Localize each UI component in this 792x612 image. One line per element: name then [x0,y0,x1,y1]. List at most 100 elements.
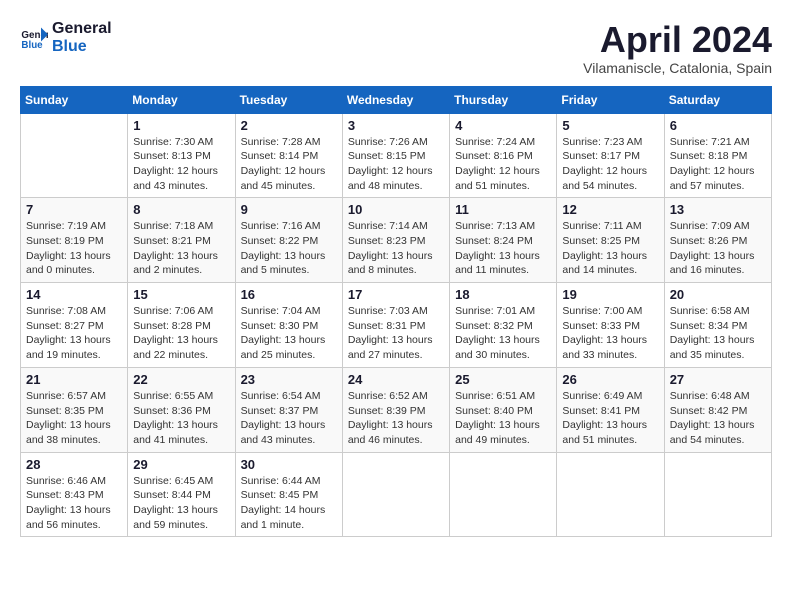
day-number: 24 [348,372,444,387]
day-info: Sunrise: 7:19 AM Sunset: 8:19 PM Dayligh… [26,219,122,278]
day-number: 16 [241,287,337,302]
logo-text-general: General [52,20,112,38]
day-info: Sunrise: 7:23 AM Sunset: 8:17 PM Dayligh… [562,135,658,194]
title-block: April 2024 Vilamaniscle, Catalonia, Spai… [583,20,772,76]
day-number: 28 [26,457,122,472]
calendar-cell: 11 Sunrise: 7:13 AM Sunset: 8:24 PM Dayli… [450,198,557,283]
day-number: 29 [133,457,229,472]
day-number: 3 [348,118,444,133]
calendar-cell: 25 Sunrise: 6:51 AM Sunset: 8:40 PM Dayli… [450,367,557,452]
calendar-table: SundayMondayTuesdayWednesdayThursdayFrid… [20,86,772,538]
calendar-cell: 2Sunrise: 7:28 AM Sunset: 8:14 PM Daylig… [235,113,342,198]
day-info: Sunrise: 7:09 AM Sunset: 8:26 PM Dayligh… [670,219,766,278]
day-info: Sunrise: 7:18 AM Sunset: 8:21 PM Dayligh… [133,219,229,278]
calendar-cell: 27 Sunrise: 6:48 AM Sunset: 8:42 PM Dayli… [664,367,771,452]
day-number: 17 [348,287,444,302]
calendar-cell: 20Sunrise: 6:58 AM Sunset: 8:34 PM Dayli… [664,283,771,368]
day-info: Sunrise: 7:03 AM Sunset: 8:31 PM Dayligh… [348,304,444,363]
day-info: Sunrise: 7:01 AM Sunset: 8:32 PM Dayligh… [455,304,551,363]
page-header: General Blue General Blue April 2024 Vil… [20,20,772,76]
day-info: Sunrise: 7:30 AM Sunset: 8:13 PM Dayligh… [133,135,229,194]
calendar-cell: 7Sunrise: 7:19 AM Sunset: 8:19 PM Daylig… [21,198,128,283]
day-number: 25 [455,372,551,387]
day-number: 27 [670,372,766,387]
day-number: 2 [241,118,337,133]
week-row-2: 7Sunrise: 7:19 AM Sunset: 8:19 PM Daylig… [21,198,772,283]
week-row-4: 21 Sunrise: 6:57 AM Sunset: 8:35 PM Dayli… [21,367,772,452]
week-row-3: 14 Sunrise: 7:08 AM Sunset: 8:27 PM Dayli… [21,283,772,368]
calendar-cell [557,452,664,537]
day-number: 12 [562,202,658,217]
header-sunday: Sunday [21,86,128,113]
day-info: Sunrise: 6:57 AM Sunset: 8:35 PM Dayligh… [26,389,122,448]
day-number: 13 [670,202,766,217]
day-number: 9 [241,202,337,217]
calendar-cell: 3 Sunrise: 7:26 AM Sunset: 8:15 PM Daylig… [342,113,449,198]
calendar-cell: 26Sunrise: 6:49 AM Sunset: 8:41 PM Dayli… [557,367,664,452]
day-info: Sunrise: 7:11 AM Sunset: 8:25 PM Dayligh… [562,219,658,278]
calendar-cell: 8Sunrise: 7:18 AM Sunset: 8:21 PM Daylig… [128,198,235,283]
day-info: Sunrise: 7:00 AM Sunset: 8:33 PM Dayligh… [562,304,658,363]
calendar-cell [450,452,557,537]
day-number: 10 [348,202,444,217]
calendar-cell: 24 Sunrise: 6:52 AM Sunset: 8:39 PM Dayli… [342,367,449,452]
day-number: 11 [455,202,551,217]
day-number: 1 [133,118,229,133]
day-info: Sunrise: 6:52 AM Sunset: 8:39 PM Dayligh… [348,389,444,448]
header-saturday: Saturday [664,86,771,113]
header-friday: Friday [557,86,664,113]
day-info: Sunrise: 7:14 AM Sunset: 8:23 PM Dayligh… [348,219,444,278]
day-info: Sunrise: 7:26 AM Sunset: 8:15 PM Dayligh… [348,135,444,194]
svg-text:Blue: Blue [21,39,43,50]
day-info: Sunrise: 7:13 AM Sunset: 8:24 PM Dayligh… [455,219,551,278]
header-thursday: Thursday [450,86,557,113]
calendar-cell: 22 Sunrise: 6:55 AM Sunset: 8:36 PM Dayli… [128,367,235,452]
calendar-cell [21,113,128,198]
logo-text-blue: Blue [52,38,112,56]
calendar-cell: 15 Sunrise: 7:06 AM Sunset: 8:28 PM Dayli… [128,283,235,368]
day-info: Sunrise: 6:49 AM Sunset: 8:41 PM Dayligh… [562,389,658,448]
day-number: 21 [26,372,122,387]
header-monday: Monday [128,86,235,113]
day-number: 6 [670,118,766,133]
day-info: Sunrise: 7:16 AM Sunset: 8:22 PM Dayligh… [241,219,337,278]
day-number: 15 [133,287,229,302]
calendar-cell: 10 Sunrise: 7:14 AM Sunset: 8:23 PM Dayli… [342,198,449,283]
calendar-cell: 14 Sunrise: 7:08 AM Sunset: 8:27 PM Dayli… [21,283,128,368]
header-wednesday: Wednesday [342,86,449,113]
calendar-cell: 18 Sunrise: 7:01 AM Sunset: 8:32 PM Dayli… [450,283,557,368]
day-info: Sunrise: 6:45 AM Sunset: 8:44 PM Dayligh… [133,474,229,533]
day-number: 18 [455,287,551,302]
day-info: Sunrise: 6:51 AM Sunset: 8:40 PM Dayligh… [455,389,551,448]
calendar-cell: 16 Sunrise: 7:04 AM Sunset: 8:30 PM Dayli… [235,283,342,368]
calendar-cell: 13 Sunrise: 7:09 AM Sunset: 8:26 PM Dayli… [664,198,771,283]
day-number: 23 [241,372,337,387]
calendar-cell: 5 Sunrise: 7:23 AM Sunset: 8:17 PM Daylig… [557,113,664,198]
week-row-1: 1 Sunrise: 7:30 AM Sunset: 8:13 PM Daylig… [21,113,772,198]
day-info: Sunrise: 7:06 AM Sunset: 8:28 PM Dayligh… [133,304,229,363]
header-tuesday: Tuesday [235,86,342,113]
day-number: 30 [241,457,337,472]
day-info: Sunrise: 7:04 AM Sunset: 8:30 PM Dayligh… [241,304,337,363]
calendar-cell: 28Sunrise: 6:46 AM Sunset: 8:43 PM Dayli… [21,452,128,537]
calendar-cell: 12 Sunrise: 7:11 AM Sunset: 8:25 PM Dayli… [557,198,664,283]
calendar-cell: 4Sunrise: 7:24 AM Sunset: 8:16 PM Daylig… [450,113,557,198]
location-subtitle: Vilamaniscle, Catalonia, Spain [583,60,772,76]
calendar-cell [342,452,449,537]
day-info: Sunrise: 7:08 AM Sunset: 8:27 PM Dayligh… [26,304,122,363]
calendar-cell: 17 Sunrise: 7:03 AM Sunset: 8:31 PM Dayli… [342,283,449,368]
month-title: April 2024 [583,20,772,60]
calendar-cell: 29 Sunrise: 6:45 AM Sunset: 8:44 PM Dayli… [128,452,235,537]
day-number: 22 [133,372,229,387]
day-number: 5 [562,118,658,133]
day-number: 14 [26,287,122,302]
calendar-header-row: SundayMondayTuesdayWednesdayThursdayFrid… [21,86,772,113]
calendar-cell: 6 Sunrise: 7:21 AM Sunset: 8:18 PM Daylig… [664,113,771,198]
day-info: Sunrise: 7:21 AM Sunset: 8:18 PM Dayligh… [670,135,766,194]
day-info: Sunrise: 6:55 AM Sunset: 8:36 PM Dayligh… [133,389,229,448]
calendar-cell: 21 Sunrise: 6:57 AM Sunset: 8:35 PM Dayli… [21,367,128,452]
calendar-cell: 19Sunrise: 7:00 AM Sunset: 8:33 PM Dayli… [557,283,664,368]
logo-icon: General Blue [20,24,48,52]
day-info: Sunrise: 6:48 AM Sunset: 8:42 PM Dayligh… [670,389,766,448]
day-info: Sunrise: 6:54 AM Sunset: 8:37 PM Dayligh… [241,389,337,448]
